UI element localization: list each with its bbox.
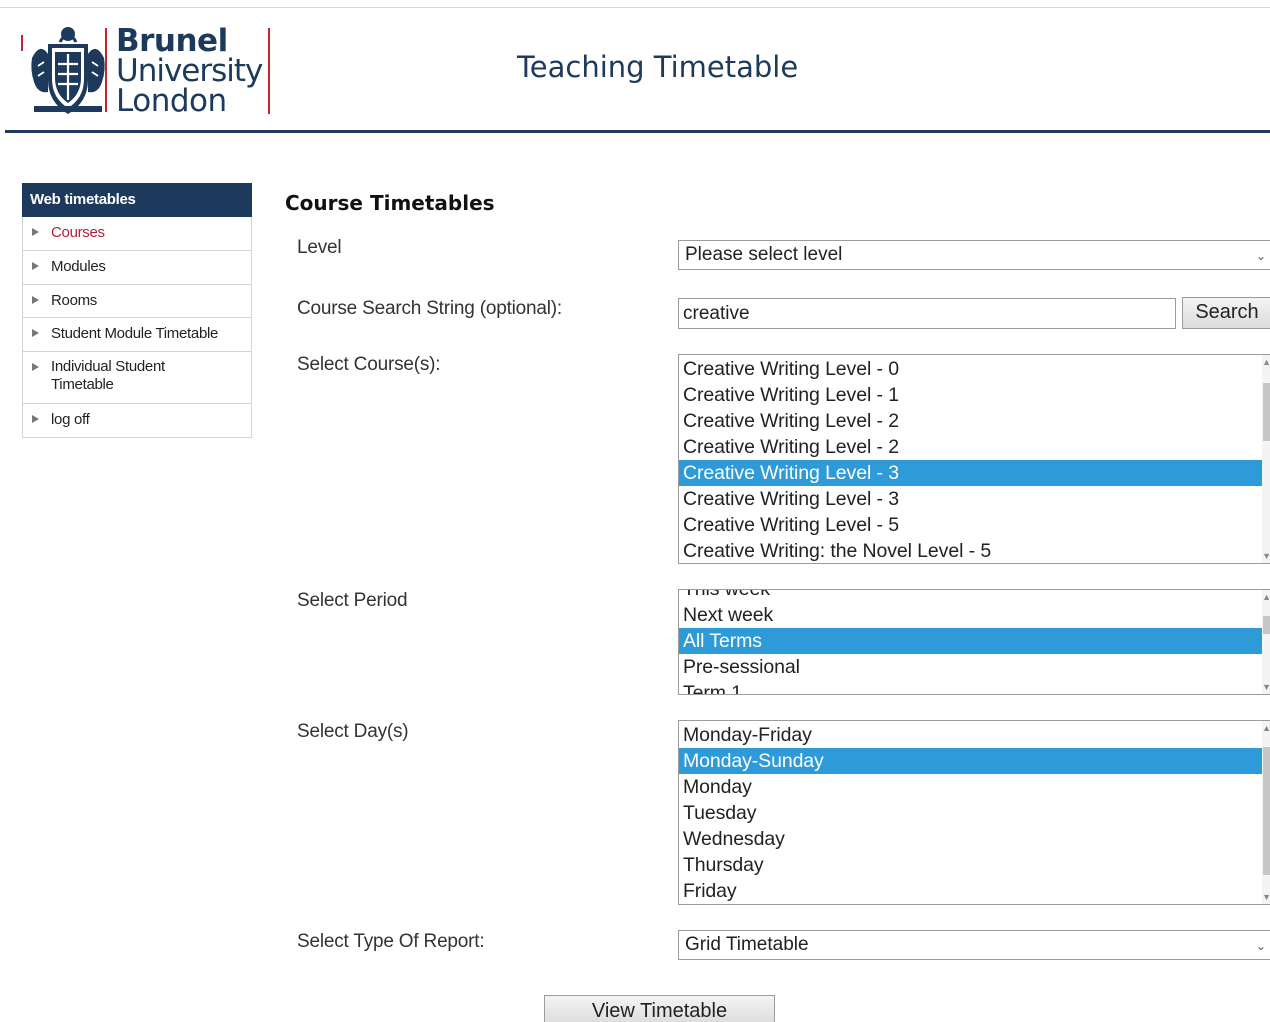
course-option[interactable]: Creative Writing Level - 1 bbox=[679, 382, 1263, 408]
logo-text-london: London bbox=[116, 83, 227, 119]
courses-scrollbar[interactable]: ▲ ▼ bbox=[1262, 355, 1270, 563]
logo-divider-right bbox=[268, 28, 270, 114]
sidebar-item-log-off[interactable]: log off bbox=[22, 404, 252, 438]
university-logo[interactable]: Brunel University London bbox=[18, 22, 278, 118]
select-courses-label: Select Course(s): bbox=[297, 354, 441, 375]
scroll-up-icon[interactable]: ▲ bbox=[1262, 592, 1270, 602]
sidebar-item-student-module-timetable[interactable]: Student Module Timetable bbox=[22, 318, 252, 352]
sidebar-item-label: Student Module Timetable bbox=[51, 325, 219, 342]
arrow-right-icon bbox=[32, 296, 39, 304]
page-title: Teaching Timetable bbox=[517, 50, 799, 84]
arrow-right-icon bbox=[32, 363, 39, 371]
search-button[interactable]: Search bbox=[1182, 297, 1270, 329]
level-label: Level bbox=[297, 237, 342, 258]
scroll-down-icon[interactable]: ▼ bbox=[1262, 551, 1270, 561]
level-select-value: Please select level bbox=[685, 244, 843, 265]
scroll-down-icon[interactable]: ▼ bbox=[1262, 682, 1270, 692]
chevron-down-icon: ⌄ bbox=[1255, 249, 1266, 263]
day-option[interactable]: Tuesday bbox=[679, 800, 1263, 826]
report-type-select[interactable]: Grid Timetable ⌄ bbox=[678, 930, 1270, 960]
period-scroll-thumb[interactable] bbox=[1263, 616, 1270, 634]
period-option[interactable]: Next week bbox=[679, 602, 1263, 628]
chevron-down-icon: ⌄ bbox=[1255, 939, 1266, 953]
sidebar-item-modules[interactable]: Modules bbox=[22, 251, 252, 285]
day-option[interactable]: Monday-Friday bbox=[679, 722, 1263, 748]
course-option-selected[interactable]: Creative Writing Level - 3 bbox=[679, 460, 1263, 486]
header-rule bbox=[5, 130, 1270, 133]
period-option[interactable]: Pre-sessional bbox=[679, 654, 1263, 680]
courses-listbox[interactable]: Creative Writing Level - 0 Creative Writ… bbox=[678, 354, 1270, 564]
report-type-value: Grid Timetable bbox=[685, 934, 809, 955]
select-period-label: Select Period bbox=[297, 590, 408, 611]
sidebar-item-courses[interactable]: Courses bbox=[22, 217, 252, 251]
day-option[interactable]: Thursday bbox=[679, 852, 1263, 878]
course-search-input[interactable]: creative bbox=[678, 298, 1176, 329]
period-option[interactable]: Term 1 bbox=[679, 680, 1263, 694]
logo-accent bbox=[21, 35, 23, 51]
view-timetable-button[interactable]: View Timetable bbox=[544, 995, 775, 1022]
course-option[interactable]: Creative Writing Level - 0 bbox=[679, 356, 1263, 382]
sidebar-item-rooms[interactable]: Rooms bbox=[22, 285, 252, 318]
sidebar-item-label: Individual Student Timetable bbox=[51, 358, 165, 393]
arrow-right-icon bbox=[32, 228, 39, 236]
crest-icon bbox=[31, 27, 105, 114]
sidebar-item-label: log off bbox=[51, 411, 90, 428]
report-type-label: Select Type Of Report: bbox=[297, 931, 485, 952]
scroll-up-icon[interactable]: ▲ bbox=[1262, 357, 1270, 367]
sidebar-item-individual-student-timetable[interactable]: Individual Student Timetable bbox=[22, 352, 252, 404]
day-option[interactable]: Monday bbox=[679, 774, 1263, 800]
section-title: Course Timetables bbox=[285, 191, 495, 215]
logo-divider bbox=[105, 28, 107, 112]
day-option-selected[interactable]: Monday-Sunday bbox=[679, 748, 1263, 774]
arrow-right-icon bbox=[32, 415, 39, 423]
sidebar-item-label: Courses bbox=[51, 224, 105, 241]
course-option[interactable]: Creative Writing: the Novel Level - 5 bbox=[679, 538, 1263, 563]
sidebar-item-label: Modules bbox=[51, 258, 106, 275]
course-option[interactable]: Creative Writing Level - 3 bbox=[679, 486, 1263, 512]
period-options: This week Next week All Terms Pre-sessio… bbox=[679, 590, 1263, 694]
period-option-selected[interactable]: All Terms bbox=[679, 628, 1263, 654]
sidebar-nav: Web timetables Courses Modules Rooms Stu… bbox=[22, 183, 252, 438]
days-listbox[interactable]: Monday-Friday Monday-Sunday Monday Tuesd… bbox=[678, 720, 1270, 905]
select-days-label: Select Day(s) bbox=[297, 721, 409, 742]
arrow-right-icon bbox=[32, 262, 39, 270]
scroll-up-icon[interactable]: ▲ bbox=[1262, 723, 1270, 733]
days-scroll-thumb[interactable] bbox=[1263, 747, 1270, 875]
scroll-down-icon[interactable]: ▼ bbox=[1262, 892, 1270, 902]
courses-scroll-thumb[interactable] bbox=[1263, 383, 1270, 441]
arrow-right-icon bbox=[32, 329, 39, 337]
course-search-label: Course Search String (optional): bbox=[297, 298, 563, 319]
sidebar-item-label: Rooms bbox=[51, 292, 98, 309]
sidebar-heading: Web timetables bbox=[22, 183, 252, 217]
top-rule bbox=[0, 7, 1270, 8]
days-scrollbar[interactable]: ▲ ▼ bbox=[1262, 721, 1270, 904]
course-option[interactable]: Creative Writing Level - 2 bbox=[679, 434, 1263, 460]
day-option[interactable]: Friday bbox=[679, 878, 1263, 904]
course-option[interactable]: Creative Writing Level - 2 bbox=[679, 408, 1263, 434]
period-option[interactable]: This week bbox=[679, 590, 1263, 602]
level-select[interactable]: Please select level ⌄ bbox=[678, 240, 1270, 270]
period-listbox[interactable]: This week Next week All Terms Pre-sessio… bbox=[678, 589, 1270, 695]
period-scrollbar[interactable]: ▲ ▼ bbox=[1262, 590, 1270, 694]
course-option[interactable]: Creative Writing Level - 5 bbox=[679, 512, 1263, 538]
day-option[interactable]: Wednesday bbox=[679, 826, 1263, 852]
